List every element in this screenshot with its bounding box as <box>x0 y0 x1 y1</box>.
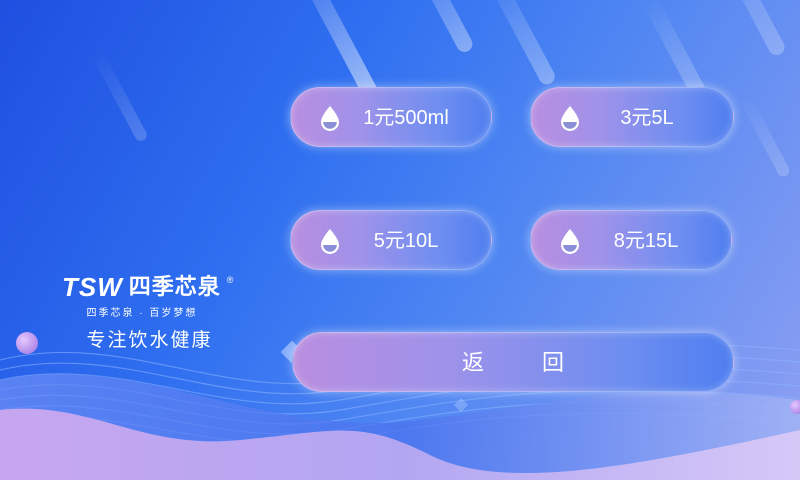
option-button-3[interactable]: 5元10L <box>290 210 492 270</box>
water-drop-icon <box>321 106 339 131</box>
brand-block: TSW 四季芯泉 ® 四季芯泉 · 百岁梦想 专注饮水健康 <box>62 274 237 352</box>
option-button-2[interactable]: 3元5L <box>530 87 734 147</box>
option-button-1[interactable]: 1元500ml <box>290 87 492 147</box>
back-button[interactable]: 返回 <box>292 332 734 392</box>
option-label: 5元10L <box>373 230 439 252</box>
option-button-4[interactable]: 8元15L <box>530 210 732 270</box>
screen: TSW 四季芯泉 ® 四季芯泉 · 百岁梦想 专注饮水健康 1元500ml 3元… <box>0 0 800 480</box>
water-drop-icon <box>561 106 579 131</box>
option-label: 3元5L <box>620 107 674 129</box>
logo-cn-text: 四季芯泉 <box>128 274 221 299</box>
decor-bubble <box>790 400 800 414</box>
option-label: 8元15L <box>613 230 679 252</box>
water-drop-icon <box>561 229 579 254</box>
registered-mark: ® <box>226 275 234 285</box>
brand-logo: TSW 四季芯泉 ® <box>62 274 237 300</box>
option-label: 1元500ml <box>363 107 449 129</box>
back-label: 返回 <box>461 350 622 375</box>
decor-bubble <box>16 332 38 354</box>
brand-tagline: 专注饮水健康 <box>86 330 213 351</box>
water-drop-icon <box>321 229 339 254</box>
logo-latin-text: TSW <box>62 272 123 302</box>
brand-slogan: 四季芯泉 · 百岁梦想 <box>86 308 198 319</box>
